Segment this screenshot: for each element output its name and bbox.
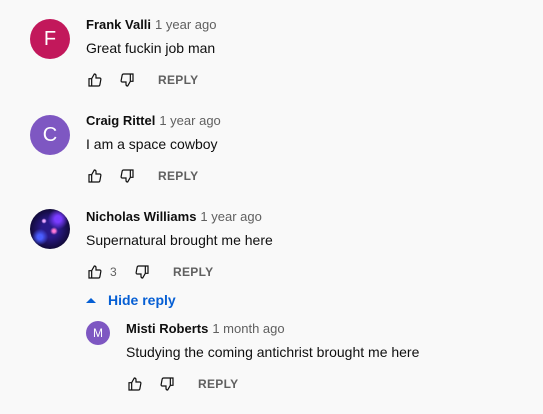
like-button[interactable] [126,375,144,393]
like-button[interactable] [86,263,104,281]
thumbs-down-icon [120,169,134,183]
hide-reply-toggle[interactable]: Hide reply [86,292,176,308]
comment-actions [86,70,136,90]
comment-time[interactable]: 1 month ago [212,321,284,336]
comment-header: Craig Rittel 1 year ago [86,113,221,128]
comment-author[interactable]: Frank Valli [86,17,151,32]
avatar-letter: C [42,123,58,146]
comment-header: Misti Roberts 1 month ago [126,321,285,336]
comment-time[interactable]: 1 year ago [159,113,220,128]
thumbs-up-icon [88,169,102,183]
thumbs-down-icon [135,265,149,279]
avatar[interactable] [30,209,70,249]
reply-button[interactable]: REPLY [173,265,213,279]
hide-reply-label: Hide reply [108,292,176,308]
reply-button[interactable]: REPLY [158,169,198,183]
comment-actions [86,166,136,186]
avatar-letter: M [93,326,103,340]
reply-button[interactable]: REPLY [158,73,198,87]
thumbs-up-icon [88,265,102,279]
comment-text: Studying the coming antichrist brought m… [126,344,420,360]
thumbs-down-icon [120,73,134,87]
comment-text: Supernatural brought me here [86,232,273,248]
comment-author[interactable]: Misti Roberts [126,321,208,336]
comment-author[interactable]: Nicholas Williams [86,209,196,224]
comment-header: Nicholas Williams 1 year ago [86,209,262,224]
comment-text: I am a space cowboy [86,136,218,152]
like-button[interactable] [86,71,104,89]
thumbs-up-icon [88,73,102,87]
comment-actions [126,374,176,394]
dislike-button[interactable] [118,167,136,185]
dislike-button[interactable] [133,263,151,281]
comment-text: Great fuckin job man [86,40,216,56]
avatar[interactable]: F [30,19,70,59]
thumbs-up-icon [128,377,142,391]
like-button[interactable] [86,167,104,185]
comment-header: Frank Valli 1 year ago [86,17,216,32]
dislike-button[interactable] [158,375,176,393]
reply-button[interactable]: REPLY [198,377,238,391]
like-count: 3 [110,265,117,279]
avatar[interactable]: C [30,115,70,155]
thumbs-down-icon [160,377,174,391]
caret-up-icon [86,297,96,303]
comment-time[interactable]: 1 year ago [200,209,261,224]
comment-actions: 3 [86,262,151,282]
dislike-button[interactable] [118,71,136,89]
comment-time[interactable]: 1 year ago [155,17,216,32]
comment-author[interactable]: Craig Rittel [86,113,155,128]
avatar[interactable]: M [86,321,110,345]
avatar-letter: F [43,27,57,50]
